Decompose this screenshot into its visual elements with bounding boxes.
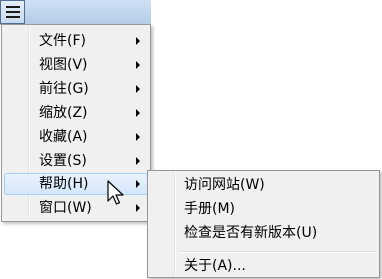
submenu-arrow-icon [136,133,140,141]
submenu-arrow-icon [136,180,140,188]
menu-item-label: 设置(S) [39,153,87,169]
menu-item-favorites[interactable]: 收藏(A) [4,126,148,148]
submenu-item-label: 访问网站(W) [184,177,265,193]
submenu-item-about[interactable]: 关于(A)... [150,254,377,278]
submenu-arrow-icon [136,37,140,45]
menu-item-label: 收藏(A) [39,129,88,145]
app-window: 文件(F) 视图(V) 前往(G) 缩放(Z) 收藏(A) 设置(S) 帮助(H… [0,0,382,279]
menu-item-label: 文件(F) [39,33,86,49]
submenu-separator [178,251,376,253]
submenu-arrow-icon [136,157,140,165]
toolbar [0,0,151,25]
menu-item-label: 前往(G) [39,81,89,97]
menu-item-zoom[interactable]: 缩放(Z) [4,102,148,124]
menu-item-file[interactable]: 文件(F) [4,30,148,52]
mouse-pointer-icon [107,180,124,205]
submenu-arrow-icon [136,204,140,212]
menu-item-label: 视图(V) [39,57,88,73]
menu-item-settings[interactable]: 设置(S) [4,150,148,172]
main-menu: 文件(F) 视图(V) 前往(G) 缩放(Z) 收藏(A) 设置(S) 帮助(H… [1,24,151,222]
menu-item-window[interactable]: 窗口(W) [4,197,148,219]
menu-item-help[interactable]: 帮助(H) [4,173,148,195]
submenu-item-visit-website[interactable]: 访问网站(W) [150,173,377,197]
submenu-item-label: 检查是否有新版本(U) [184,225,318,241]
help-submenu: 访问网站(W) 手册(M) 检查是否有新版本(U) 关于(A)... [147,170,380,278]
submenu-item-manual[interactable]: 手册(M) [150,197,377,221]
submenu-arrow-icon [136,61,140,69]
menu-item-view[interactable]: 视图(V) [4,54,148,76]
hamburger-menu-icon [5,6,20,18]
submenu-item-label: 手册(M) [184,201,236,217]
menu-item-go[interactable]: 前往(G) [4,78,148,100]
submenu-arrow-icon [136,109,140,117]
menu-item-label: 窗口(W) [39,200,92,216]
submenu-arrow-icon [136,85,140,93]
menu-button[interactable] [0,0,25,24]
submenu-item-check-updates[interactable]: 检查是否有新版本(U) [150,221,377,245]
menu-item-label: 帮助(H) [39,176,89,192]
submenu-item-label: 关于(A)... [184,258,246,274]
menu-item-label: 缩放(Z) [39,105,88,121]
